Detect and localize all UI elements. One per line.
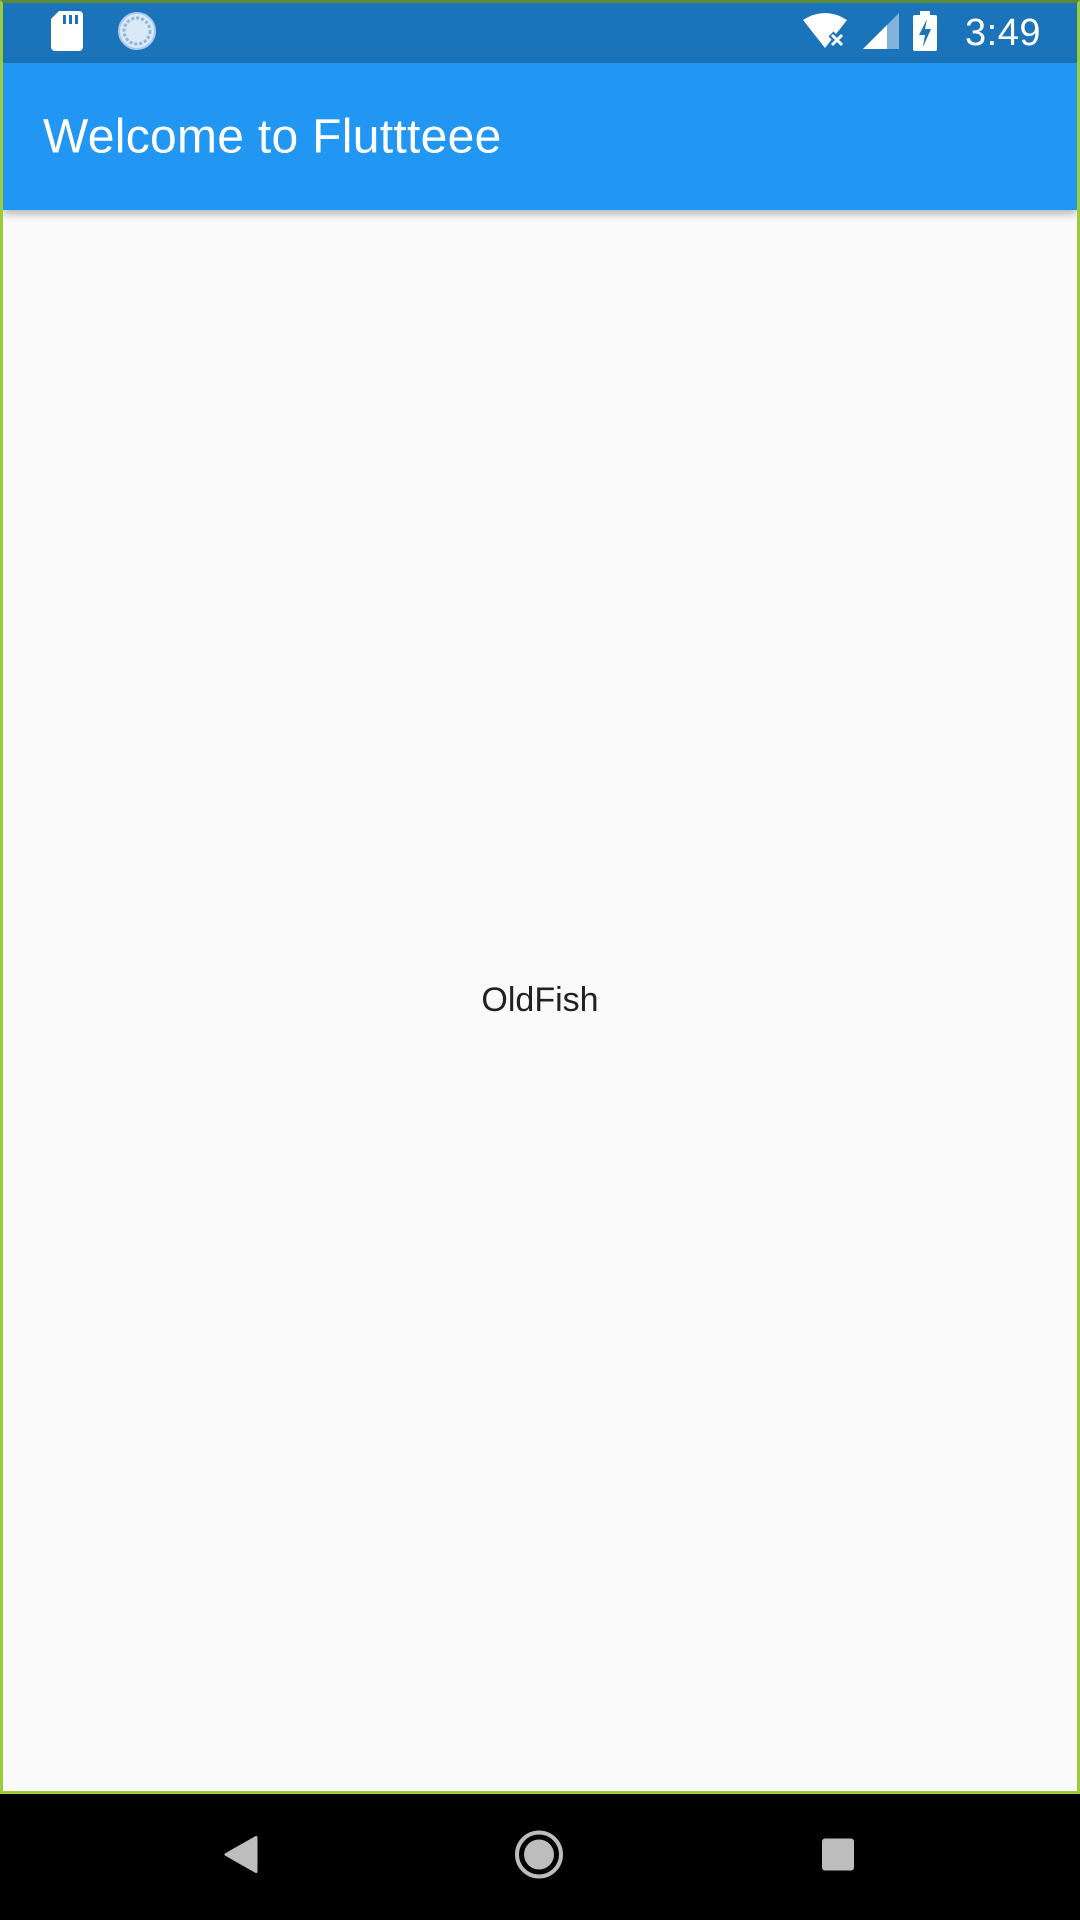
home-icon: [514, 1830, 564, 1885]
battery-charging-icon: [913, 10, 938, 56]
recents-button[interactable]: [821, 1838, 855, 1877]
status-right-icons: 3:49: [801, 10, 1041, 56]
device-screen: 3:49 Welcome to Fluttteee OldFish: [0, 0, 1080, 1920]
recents-icon: [821, 1838, 855, 1877]
clock: 3:49: [965, 11, 1041, 54]
navigation-bar: [0, 1794, 1080, 1920]
app-bar: Welcome to Fluttteee: [3, 63, 1077, 210]
app-frame: 3:49 Welcome to Fluttteee OldFish: [0, 0, 1080, 1794]
wifi-off-icon: [801, 12, 849, 55]
back-icon: [224, 1836, 258, 1879]
sync-icon: [117, 11, 157, 56]
cell-signal-icon: [863, 12, 900, 54]
app-title: Welcome to Fluttteee: [43, 110, 502, 163]
sd-card-icon: [51, 10, 83, 56]
content-area: OldFish: [3, 210, 1077, 1791]
back-button[interactable]: [224, 1836, 258, 1879]
status-bar: 3:49: [3, 3, 1077, 63]
home-button[interactable]: [514, 1830, 564, 1885]
status-left-icons: [51, 10, 157, 56]
center-text: OldFish: [481, 981, 599, 1019]
